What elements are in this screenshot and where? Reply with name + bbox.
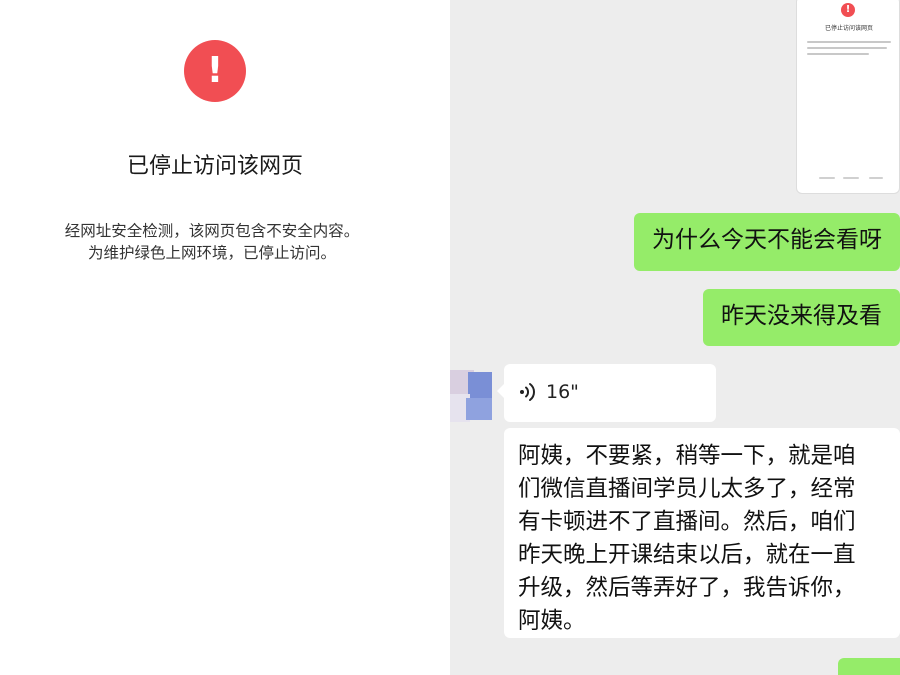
incoming-message-bubble[interactable]: 阿姨，不要紧，稍等一下，就是咱 们微信直播间学员儿太多了，经常 有卡顿进不了直播… bbox=[504, 428, 900, 638]
avatar[interactable] bbox=[450, 370, 492, 422]
message-text: 昨天没来得及看 bbox=[721, 303, 882, 329]
page-title: 已停止访问该网页 bbox=[126, 154, 303, 179]
voice-duration: 16" bbox=[546, 381, 579, 403]
message-text-line: 们微信直播间学员儿太多了，经常 bbox=[518, 476, 856, 502]
thumbnail-text-line bbox=[807, 53, 869, 55]
thumbnail-exclamation-icon: ! bbox=[841, 3, 855, 17]
thumbnail-title: 已停止访问该网页 bbox=[824, 25, 873, 32]
thumbnail-text-line bbox=[807, 47, 887, 49]
message-text-line: 升级，然后等弄好了，我告诉你， bbox=[518, 575, 856, 601]
voice-message-bubble[interactable]: 16" bbox=[497, 364, 716, 422]
exclamation-circle-icon: ! bbox=[184, 40, 246, 102]
outgoing-message-bubble[interactable]: 昨天没来得及看 bbox=[703, 289, 900, 346]
screenshot-image-message[interactable]: ! 已停止访问该网页 bbox=[796, 0, 900, 194]
message-text-line: 阿姨，不要紧，稍等一下，就是咱 bbox=[518, 443, 856, 469]
message-text-line: 阿姨。 bbox=[518, 608, 586, 634]
thumbnail-footer-link bbox=[843, 177, 859, 179]
message-text-line: 有卡顿进不了直播间。然后，咱们 bbox=[518, 509, 856, 535]
thumbnail-footer-link bbox=[819, 177, 835, 179]
blocked-page-panel: ! 已停止访问该网页 经网址安全检测，该网页包含不安全内容。 为维护绿色上网环境… bbox=[0, 0, 450, 675]
chat-panel: ! 已停止访问该网页 为什么今天不能会看呀 昨天没来得及看 16" 阿姨，不要紧… bbox=[450, 0, 900, 675]
message-text-line: 昨天晚上开课结束以后，就在一直 bbox=[518, 542, 856, 568]
thumbnail-footer-link bbox=[869, 177, 883, 179]
exclamation-glyph: ! bbox=[206, 50, 224, 91]
description-line-1: 经网址安全检测，该网页包含不安全内容。 bbox=[64, 222, 360, 240]
voice-wave-icon bbox=[520, 383, 535, 401]
outgoing-message-bubble-partial[interactable] bbox=[838, 658, 900, 675]
description-line-2: 为维护绿色上网环境，已停止访问。 bbox=[87, 244, 336, 262]
message-text: 为什么今天不能会看呀 bbox=[652, 227, 882, 253]
outgoing-message-bubble[interactable]: 为什么今天不能会看呀 bbox=[634, 213, 900, 271]
blocked-description: 经网址安全检测，该网页包含不安全内容。 为维护绿色上网环境，已停止访问。 bbox=[0, 220, 424, 264]
thumbnail-text-line bbox=[807, 41, 891, 43]
